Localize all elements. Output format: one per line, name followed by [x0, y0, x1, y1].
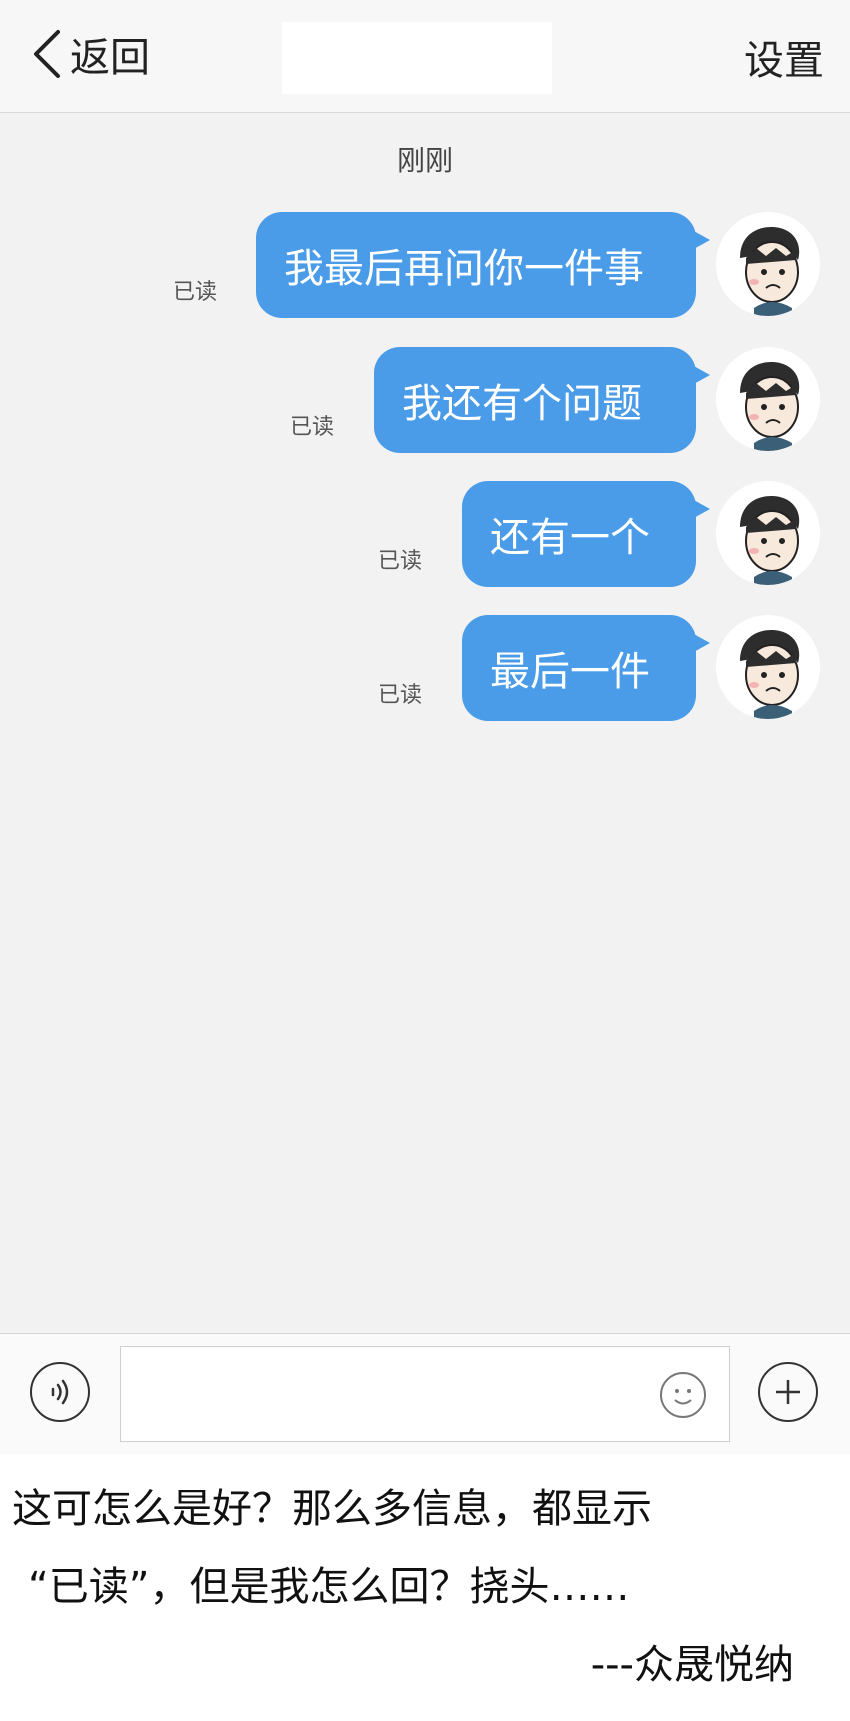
avatar[interactable] [716, 481, 820, 585]
avatar[interactable] [716, 212, 820, 316]
caption-line: 这可怎么是好？那么多信息，都显示 [12, 1486, 652, 1532]
message-bubble[interactable]: 我最后再问你一件事 [256, 212, 710, 318]
chevron-left-icon [34, 30, 60, 78]
back-button[interactable]: 返回 [30, 24, 150, 84]
message-bubble[interactable]: 最后一件 [462, 615, 710, 721]
top-bar: 返回 设置 [0, 0, 850, 113]
caption-text: 这可怎么是好？那么多信息，都显示 “已读”，但是我怎么回？挠头…… ---众晟悦… [12, 1470, 838, 1704]
voice-button[interactable] [30, 1362, 90, 1422]
avatar-icon [716, 481, 820, 585]
plus-icon [776, 1380, 800, 1404]
message-bubble[interactable]: 还有一个 [462, 481, 710, 587]
caption-line: “已读”，但是我怎么回？挠头…… [28, 1564, 630, 1610]
message-row: 已读 我最后再问你一件事 [0, 212, 850, 320]
message-row: 已读 还有一个 [0, 481, 850, 589]
read-receipt: 已读 [289, 415, 334, 440]
chat-area[interactable]: 刚刚 已读 我最后再问你一件事 已读 我还有个问题 已读 还有一个 已读 最后一… [0, 113, 850, 1333]
read-receipt: 已读 [377, 683, 422, 708]
voice-icon [51, 1379, 69, 1405]
message-row: 已读 我还有个问题 [0, 347, 850, 455]
emoji-button[interactable] [660, 1372, 706, 1418]
avatar-icon [716, 615, 820, 719]
back-label: 返回 [70, 35, 150, 81]
message-input[interactable] [120, 1346, 730, 1442]
message-timestamp: 刚刚 [396, 144, 453, 177]
message-row: 已读 最后一件 [0, 615, 850, 723]
settings-button[interactable]: 设置 [744, 28, 824, 86]
read-receipt: 已读 [172, 280, 217, 305]
read-receipt: 已读 [377, 549, 422, 574]
avatar[interactable] [716, 347, 820, 451]
avatar-icon [716, 347, 820, 451]
caption-signature: ---众晟悦纳 [590, 1642, 794, 1688]
chat-title [282, 22, 552, 94]
emoji-icon [674, 1389, 692, 1405]
plus-button[interactable] [758, 1362, 818, 1422]
message-bubble[interactable]: 我还有个问题 [374, 347, 710, 453]
input-bar [0, 1333, 850, 1454]
avatar-icon [716, 212, 820, 316]
avatar[interactable] [716, 615, 820, 719]
